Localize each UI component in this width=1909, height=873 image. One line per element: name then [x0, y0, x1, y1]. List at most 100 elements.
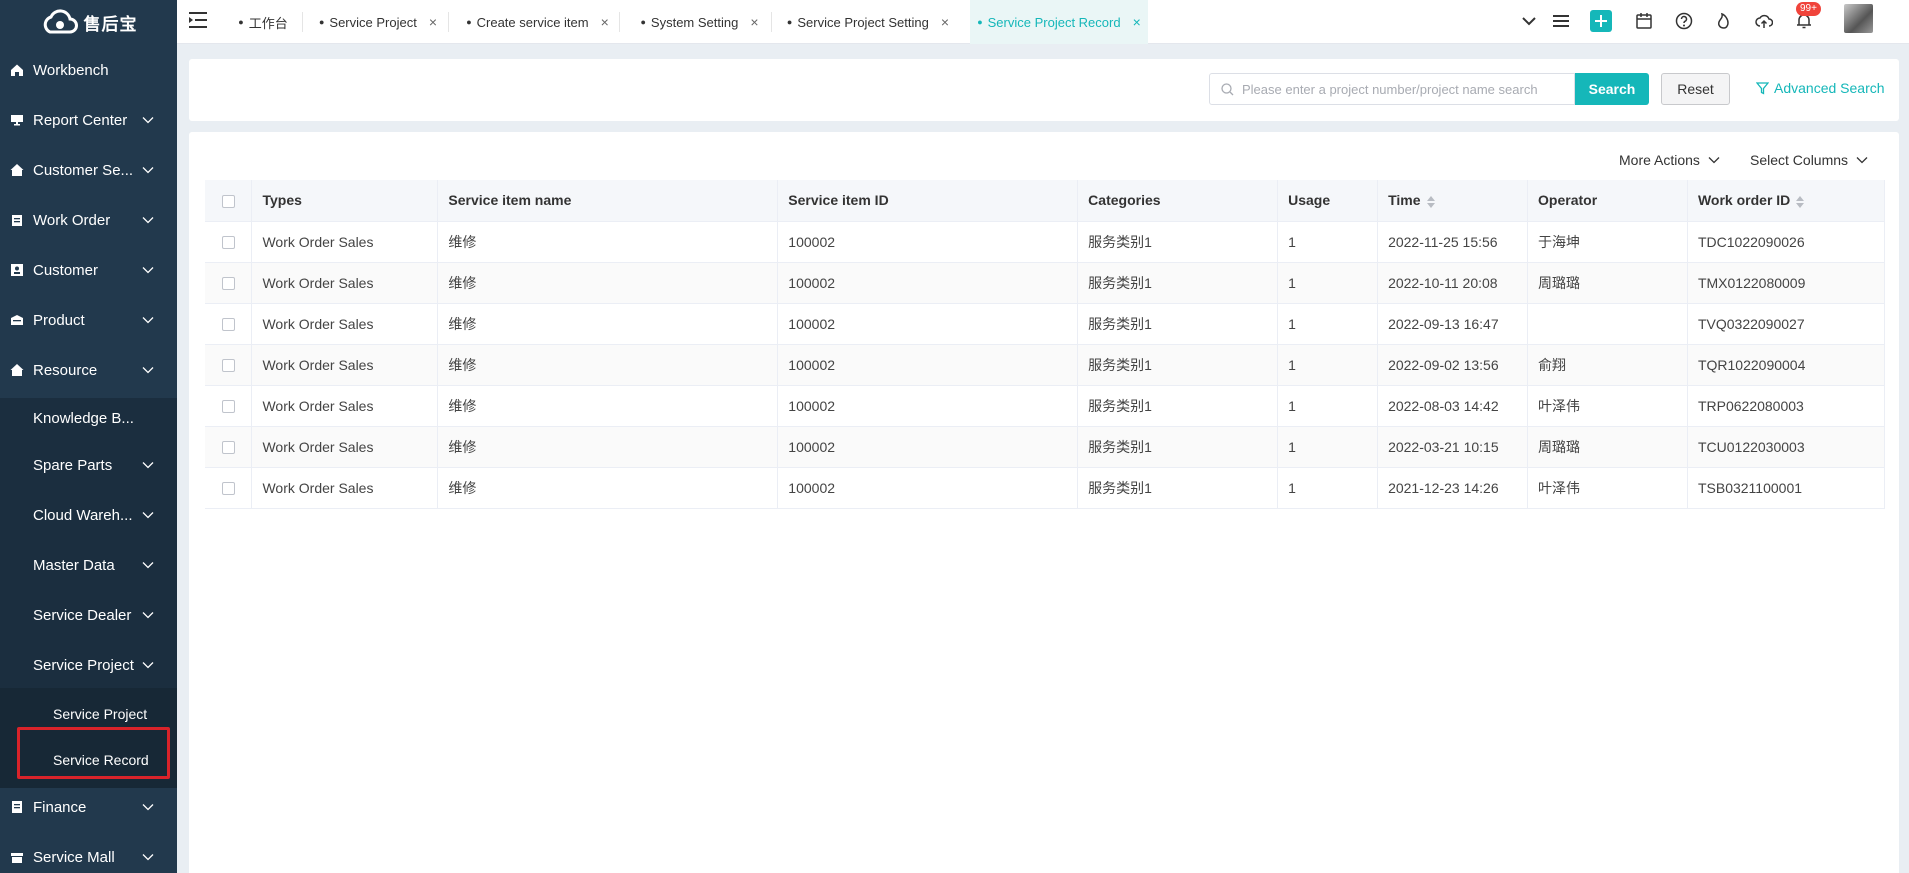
chevron-down-icon[interactable]: [1518, 10, 1540, 32]
sidebar-subitem-service-project[interactable]: Service Project: [0, 648, 177, 682]
table-cell: TCU0122030003: [1687, 426, 1886, 468]
tab-label: Service Project: [329, 14, 417, 30]
reset-button[interactable]: Reset: [1661, 73, 1730, 105]
table-cell: 于海坤: [1527, 221, 1688, 263]
tab-divider: [302, 12, 303, 32]
sidebar-item-customer[interactable]: Customer: [0, 253, 177, 287]
tab-2[interactable]: ● Create service item ×: [460, 0, 615, 44]
sidebar-subitem-spare-parts[interactable]: Spare Parts: [0, 448, 177, 482]
sidebar-item-label: Report Center: [33, 111, 128, 129]
column-header-label: Operator: [1538, 192, 1598, 209]
search-icon: [1221, 82, 1234, 95]
highlight-annotation: [17, 727, 170, 779]
help-icon[interactable]: [1673, 10, 1695, 32]
chevron-down-icon: [141, 851, 155, 863]
tab-4[interactable]: ● Service Project Setting ×: [783, 0, 953, 44]
calendar-icon[interactable]: [1633, 10, 1655, 32]
table-row[interactable]: Work Order Sales 维修 100002 服务类别1 1 2022-11-25…: [205, 221, 1886, 263]
table-cell: 周璐璐: [1527, 426, 1688, 468]
table-cell: 100002: [777, 303, 1079, 345]
table-cell: 服务类别1: [1077, 303, 1279, 345]
search-button[interactable]: Search: [1575, 73, 1649, 105]
list-menu-icon[interactable]: [1550, 10, 1572, 32]
table-row[interactable]: Work Order Sales 维修 100002 服务类别1 1 2022-08-03…: [205, 385, 1886, 427]
table-row[interactable]: Work Order Sales 维修 100002 服务类别1 1 2022-09-13…: [205, 303, 1886, 345]
tab-1[interactable]: ● Service Project ×: [312, 0, 444, 44]
close-icon[interactable]: ×: [941, 14, 949, 30]
table-row[interactable]: Work Order Sales 维修 100002 服务类别1 1 2022-10-11…: [205, 262, 1886, 304]
table-row[interactable]: Work Order Sales 维修 100002 服务类别1 1 2022-03-21…: [205, 426, 1886, 468]
tab-5[interactable]: ● Service Project Record ×: [970, 0, 1148, 44]
sidebar-item-work-order[interactable]: Work Order: [0, 203, 177, 237]
flame-icon[interactable]: [1713, 10, 1735, 32]
table-cell: 1: [1277, 385, 1379, 427]
row-checkbox[interactable]: [221, 400, 235, 414]
table-cell: 1: [1277, 426, 1379, 468]
row-checkbox[interactable]: [221, 318, 235, 332]
close-icon[interactable]: ×: [429, 14, 437, 30]
table-cell: 维修: [437, 385, 779, 427]
table-cell: 100002: [777, 221, 1079, 263]
tab-label: Create service item: [476, 14, 589, 30]
sidebar-item-product[interactable]: Product: [0, 303, 177, 337]
search-input[interactable]: Please enter a project number/project na…: [1209, 73, 1575, 105]
table-cell: 1: [1277, 344, 1379, 386]
house-icon: [9, 362, 25, 378]
select-all-checkbox[interactable]: [221, 195, 235, 209]
sidebar-item-resource[interactable]: Resource: [0, 353, 177, 387]
sort-icon[interactable]: [1796, 195, 1805, 208]
more-actions-dropdown[interactable]: More Actions: [1619, 152, 1720, 168]
table-cell: Work Order Sales: [251, 221, 439, 263]
row-checkbox[interactable]: [221, 359, 235, 373]
row-select-cell: [205, 426, 253, 468]
chevron-down-icon: [141, 659, 155, 671]
sidebar-item-customer-se[interactable]: Customer Se...: [0, 153, 177, 187]
tab-3[interactable]: ● System Setting ×: [632, 0, 767, 44]
sidebar-subitem-service-project[interactable]: Service Project: [0, 697, 177, 731]
menu-fold-icon[interactable]: [189, 11, 209, 29]
row-checkbox[interactable]: [221, 236, 235, 250]
sidebar-subitem-knowledge-b[interactable]: Knowledge B...: [0, 401, 177, 435]
sidebar-item-label: Service Project: [33, 656, 134, 674]
sidebar-item-service-mall[interactable]: Service Mall: [0, 840, 177, 873]
close-icon[interactable]: ×: [601, 14, 609, 30]
sidebar-item-label: Finance: [33, 798, 87, 816]
chevron-down-icon: [141, 114, 155, 126]
column-header: Types: [251, 180, 439, 222]
table-cell: 维修: [437, 344, 779, 386]
cloud-upload-icon[interactable]: [1753, 10, 1775, 32]
table-cell: Work Order Sales: [251, 303, 439, 345]
row-checkbox[interactable]: [221, 482, 235, 496]
table-cell: 1: [1277, 262, 1379, 304]
sort-icon[interactable]: [1426, 195, 1435, 208]
brand-logo[interactable]: 售后宝: [0, 0, 177, 44]
box-icon: [9, 312, 25, 328]
close-icon[interactable]: ×: [750, 14, 758, 30]
row-checkbox[interactable]: [221, 441, 235, 455]
table-cell: Work Order Sales: [251, 385, 439, 427]
add-icon[interactable]: [1590, 10, 1612, 32]
table-cell: 服务类别1: [1077, 262, 1279, 304]
table-cell: 2022-09-02 13:56: [1377, 344, 1529, 386]
sidebar-subitem-service-dealer[interactable]: Service Dealer: [0, 598, 177, 632]
column-header[interactable]: Time: [1377, 180, 1529, 222]
close-icon[interactable]: ×: [1133, 14, 1141, 30]
table-cell: 俞翔: [1527, 344, 1688, 386]
row-checkbox[interactable]: [221, 277, 235, 291]
sidebar-item-finance[interactable]: Finance: [0, 790, 177, 824]
table-cell: Work Order Sales: [251, 344, 439, 386]
advanced-search-link[interactable]: Advanced Search: [1756, 80, 1885, 96]
column-header-label: Time: [1388, 192, 1421, 209]
select-columns-dropdown[interactable]: Select Columns: [1750, 152, 1868, 168]
column-header[interactable]: Work order ID: [1687, 180, 1886, 222]
sidebar-item-label: Service Project: [53, 706, 148, 722]
store-icon: [9, 849, 25, 865]
sidebar-item-workbench[interactable]: Workbench: [0, 53, 177, 87]
sidebar-subitem-master-data[interactable]: Master Data: [0, 548, 177, 582]
sidebar-item-report-center[interactable]: Report Center: [0, 103, 177, 137]
table-row[interactable]: Work Order Sales 维修 100002 服务类别1 1 2022-09-02…: [205, 344, 1886, 386]
sidebar-subitem-cloud-wareh[interactable]: Cloud Wareh...: [0, 498, 177, 532]
table-row[interactable]: Work Order Sales 维修 100002 服务类别1 1 2021-12-23…: [205, 467, 1886, 509]
tab-0[interactable]: ● 工作台: [228, 0, 298, 44]
avatar[interactable]: [1844, 4, 1873, 33]
